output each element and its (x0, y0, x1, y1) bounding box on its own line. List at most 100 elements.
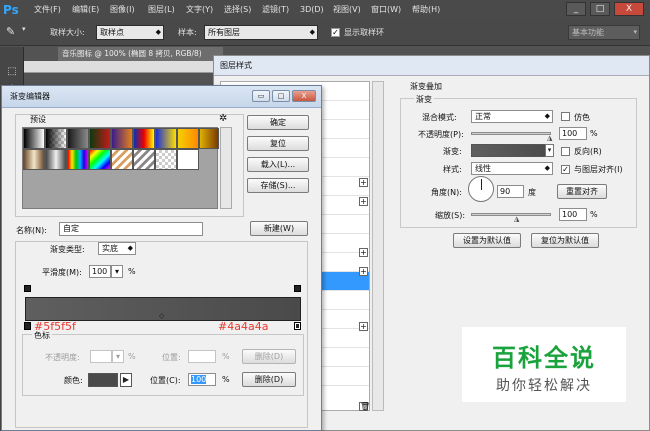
preset-swatch[interactable] (45, 128, 67, 149)
document-tab[interactable]: 音乐图标 @ 100% (椭圆 8 拷贝, RGB/8) (58, 47, 223, 61)
section-title: 渐变叠加 (410, 82, 442, 91)
reset-alignment-button[interactable]: 重置对齐 (557, 184, 607, 199)
menu-image[interactable]: 图像(I) (110, 0, 135, 20)
preset-swatch[interactable] (89, 128, 111, 149)
midpoint-diamond-icon[interactable]: ◇ (159, 312, 164, 320)
opacity-slider[interactable] (471, 132, 551, 135)
preset-swatch[interactable] (199, 128, 219, 149)
load-button[interactable]: 载入(L)... (247, 157, 309, 172)
delete-opacity-stop-button[interactable]: 删除(D) (242, 349, 296, 364)
ok-button[interactable]: 确定 (247, 115, 309, 130)
show-ring-checkbox[interactable]: ✓ (331, 28, 340, 37)
stop-opacity-position-input[interactable] (188, 350, 216, 363)
chevron-down-icon[interactable]: ▾ (112, 350, 124, 363)
sample-size-select[interactable]: 取样点 ◆ (96, 25, 164, 40)
preset-swatch[interactable] (155, 149, 177, 170)
opacity-input[interactable]: 100 (559, 127, 587, 140)
preset-swatch[interactable] (23, 149, 45, 170)
angle-input[interactable]: 90 (497, 185, 524, 198)
color-stop-right[interactable] (294, 322, 301, 330)
preset-swatch[interactable] (67, 149, 89, 170)
menu-3d[interactable]: 3D(D) (300, 0, 324, 20)
gear-icon[interactable]: ✲ (219, 113, 227, 124)
angle-label: 角度(N): (431, 188, 462, 197)
reset-default-button[interactable]: 复位为默认值 (531, 233, 599, 248)
preset-swatch[interactable] (89, 149, 111, 170)
menu-select[interactable]: 选择(S) (224, 0, 251, 20)
opacity-stop-right[interactable] (294, 285, 301, 292)
align-with-layer-label: 与图层对齐(I) (574, 165, 623, 174)
add-icon[interactable]: + (359, 197, 368, 206)
preset-swatch[interactable] (111, 149, 133, 170)
right-color-note: #4a4a4a (218, 320, 269, 333)
minimize-button[interactable]: ▭ (252, 90, 270, 102)
scale-input[interactable]: 100 (559, 208, 587, 221)
menu-edit[interactable]: 编辑(E) (72, 0, 99, 20)
stops-group-title: 色标 (32, 330, 52, 341)
menu-filter[interactable]: 滤镜(T) (262, 0, 289, 20)
stop-location-value: 100 (191, 375, 207, 384)
smoothness-input[interactable]: 100 (89, 265, 111, 278)
set-default-button[interactable]: 设置为默认值 (453, 233, 521, 248)
align-with-layer-checkbox[interactable]: ✓ (561, 165, 570, 174)
presets-scrollbar[interactable] (220, 127, 232, 209)
dither-checkbox[interactable] (561, 112, 570, 121)
tool-preset-arrow-icon[interactable]: ▾ (22, 25, 26, 33)
eyedropper-icon[interactable]: ✎ (6, 25, 15, 38)
name-input[interactable]: 自定 (59, 222, 203, 236)
opacity-slider-thumb[interactable]: ◮ (547, 135, 554, 142)
menu-type[interactable]: 文字(Y) (186, 0, 213, 20)
menu-layer[interactable]: 图层(L) (148, 0, 175, 20)
blend-mode-select[interactable]: 正常 ◆ (471, 110, 553, 123)
reset-button[interactable]: 复位 (247, 136, 309, 151)
chevron-down-icon[interactable]: ▾ (111, 265, 123, 278)
preset-swatch[interactable] (177, 128, 199, 149)
close-button[interactable]: X (614, 2, 644, 16)
dither-label: 仿色 (574, 113, 590, 122)
stop-location-input[interactable]: 100 (188, 373, 216, 386)
preset-swatch[interactable] (45, 149, 67, 170)
add-icon[interactable]: + (359, 322, 368, 331)
new-button[interactable]: 新建(W) (250, 221, 308, 236)
angle-dial[interactable] (468, 176, 494, 202)
style-list-scrollbar[interactable] (372, 81, 384, 411)
preset-swatch[interactable] (111, 128, 133, 149)
opacity-stop-left[interactable] (24, 285, 31, 292)
stop-opacity-input[interactable] (90, 350, 112, 363)
menu-window[interactable]: 窗口(W) (371, 0, 401, 20)
delete-color-stop-button[interactable]: 删除(D) (242, 372, 296, 387)
menu-file[interactable]: 文件(F) (34, 0, 61, 20)
menu-help[interactable]: 帮助(H) (412, 0, 440, 20)
workspace-select[interactable]: 基本功能 ▾ (568, 25, 640, 40)
preset-swatch[interactable] (155, 128, 177, 149)
menu-view[interactable]: 视图(V) (333, 0, 361, 20)
preset-swatch[interactable] (177, 149, 199, 170)
save-button[interactable]: 存储(S)... (247, 178, 309, 193)
maximize-button[interactable]: □ (590, 2, 610, 16)
style-select[interactable]: 线性 ◆ (471, 162, 553, 175)
add-icon[interactable]: + (359, 178, 368, 187)
add-icon[interactable]: + (359, 248, 368, 257)
stop-color-swatch[interactable] (88, 373, 118, 387)
horizontal-ruler (24, 61, 224, 73)
preset-swatch[interactable] (67, 128, 89, 149)
gradient-preview[interactable] (471, 144, 553, 157)
preset-swatch[interactable] (23, 128, 45, 149)
preset-swatch[interactable] (133, 149, 155, 170)
triangle-right-icon[interactable]: ▶ (120, 373, 132, 387)
gradient-type-select[interactable]: 实底 ◆ (98, 242, 136, 255)
sample-select[interactable]: 所有图层 ◆ (204, 25, 318, 40)
maximize-button[interactable]: □ (272, 90, 290, 102)
trash-icon[interactable]: 🗑 (359, 402, 370, 411)
chevron-down-icon[interactable]: ▾ (545, 144, 554, 157)
reverse-checkbox[interactable] (561, 147, 570, 156)
scale-slider[interactable] (471, 213, 551, 216)
close-button[interactable]: X (292, 90, 316, 102)
color-stop-left[interactable] (24, 322, 31, 330)
style-label: 样式: (443, 165, 462, 174)
marquee-tool-icon[interactable]: ⬚ (5, 65, 19, 79)
minimize-button[interactable]: _ (566, 2, 586, 16)
add-icon[interactable]: + (359, 267, 368, 276)
preset-swatch[interactable] (133, 128, 155, 149)
scale-slider-thumb[interactable]: ◮ (514, 216, 521, 223)
